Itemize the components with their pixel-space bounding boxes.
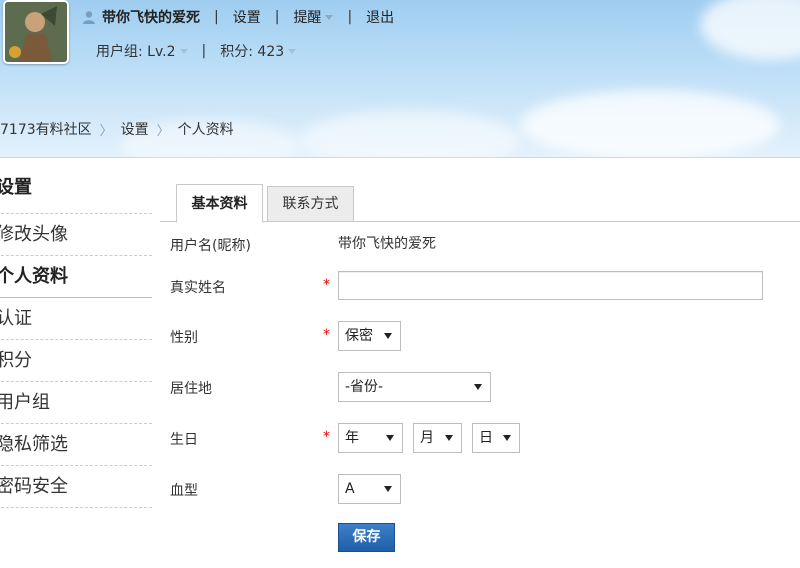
sidebar-item-verify[interactable]: 认证 [0,298,152,340]
sidebar-item-points[interactable]: 积分 [0,340,152,382]
birthday-label: 生日 [170,432,198,448]
nickname-label: 用户名(昵称) [170,238,251,254]
bloodtype-select[interactable]: A [338,474,401,504]
required-mark: * [323,327,330,343]
sidebar-item-avatar[interactable]: 修改头像 [0,214,152,256]
birth-day-select[interactable]: 日 [472,423,520,453]
dropdown-arrow-icon [503,435,511,441]
gender-select-value: 保密 [345,328,373,344]
gender-label: 性别 [170,330,198,346]
sidebar-item-usergroup[interactable]: 用户组 [0,382,152,424]
bloodtype-select-value: A [345,481,355,497]
sidebar: 设置 修改头像 个人资料 认证 积分 用户组 隐私筛选 密码安全 [0,168,152,508]
birth-day-value: 日 [479,430,493,446]
residence-label: 居住地 [170,381,212,397]
required-mark: * [323,277,330,293]
dropdown-arrow-icon [445,435,453,441]
realname-input[interactable] [338,271,763,300]
tab-bar: 基本资料 联系方式 [160,184,800,223]
settings-link[interactable]: 设置 [233,7,261,27]
bloodtype-label: 血型 [170,483,198,499]
user-icon [82,10,96,24]
breadcrumb-settings[interactable]: 设置 [121,119,149,139]
sidebar-item-privacy[interactable]: 隐私筛选 [0,424,152,466]
nickname-value: 带你飞快的爱死 [338,236,436,252]
required-mark: * [323,429,330,445]
dropdown-arrow-icon [386,435,394,441]
points-menu[interactable]: 积分: 423 [220,41,284,61]
logout-link[interactable]: 退出 [366,7,394,27]
sidebar-title: 设置 [0,168,152,214]
chevron-right-icon: 〉 [99,123,113,139]
tab-basic-info[interactable]: 基本资料 [176,184,263,223]
chevron-down-icon[interactable] [325,14,334,20]
birth-year-select[interactable]: 年 [338,423,403,453]
dropdown-arrow-icon [384,333,392,339]
realname-label: 真实姓名 [170,280,226,296]
reminder-link[interactable]: 提醒 [293,7,321,27]
gender-select[interactable]: 保密 [338,321,401,351]
breadcrumb-home[interactable]: 7173有料社区 [0,119,92,139]
birth-month-value: 月 [420,430,434,446]
breadcrumb: 7173有料社区 〉 设置 〉 个人资料 [0,119,234,139]
birth-year-value: 年 [345,430,359,446]
province-select-value: -省份- [345,379,384,395]
province-select[interactable]: -省份- [338,372,491,402]
breadcrumb-current: 个人资料 [177,122,234,138]
dropdown-arrow-icon [384,486,392,492]
chevron-right-icon: 〉 [156,123,170,139]
header-banner: 带你飞快的爱死 | 设置 | 提醒 | 退出 用户组: Lv.2 | 积分: 4… [0,0,800,158]
username-link[interactable]: 带你飞快的爱死 [102,7,200,27]
save-button[interactable]: 保存 [338,523,395,552]
sidebar-item-profile[interactable]: 个人资料 [0,256,152,298]
chevron-down-icon[interactable] [179,48,188,54]
chevron-down-icon[interactable] [288,48,297,54]
sidebar-item-password[interactable]: 密码安全 [0,466,152,508]
tab-contact[interactable]: 联系方式 [267,186,354,222]
avatar[interactable] [3,0,69,64]
user-group-menu[interactable]: 用户组: Lv.2 [96,41,176,61]
dropdown-arrow-icon [474,384,482,390]
birth-month-select[interactable]: 月 [413,423,462,453]
